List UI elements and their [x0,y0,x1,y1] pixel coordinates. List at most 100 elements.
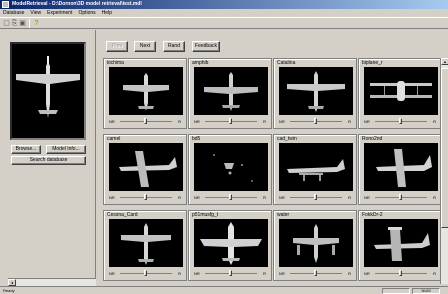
help-icon[interactable]: ? [32,19,41,28]
relevance-slider-thumb[interactable] [144,270,147,276]
relevance-slider-thumb[interactable] [399,270,402,276]
results-grid: kichima NR Ramphib NR R Catalina NR Rbiplane_r N… [103,58,448,284]
relevant-label: R [178,271,181,276]
relevant-label: R [433,271,436,276]
relevance-slider[interactable] [290,194,342,200]
save-icon[interactable]: ▣ [18,19,27,28]
result-model-name: Catalina [277,60,296,66]
relevance-slider-thumb[interactable] [144,118,147,124]
rand-button[interactable]: Rand [163,41,185,52]
relevance-slider-thumb[interactable] [229,270,232,276]
result-model-thumbnail[interactable] [364,67,438,115]
relevance-slider-thumb[interactable] [314,270,317,276]
relevance-slider-thumb[interactable] [314,118,317,124]
relevant-label: R [263,119,266,124]
result-card[interactable]: Catalina NR R [273,58,357,129]
relevant-label: R [263,271,266,276]
menu-view[interactable]: View [27,9,44,17]
relevance-slider-thumb[interactable] [229,194,232,200]
relevance-slider[interactable] [290,270,342,276]
model-info-button[interactable]: Model Info... [46,145,86,154]
results-vertical-scrollbar[interactable]: ▴ [440,58,448,284]
relevance-slider[interactable] [290,118,342,124]
relevance-slider[interactable] [120,118,172,124]
status-text: Ready [3,288,15,293]
status-cell-1 [382,288,410,294]
result-model-name: amphib [192,60,209,66]
relevant-label: R [263,195,266,200]
toolbar: ▢ ⎘ ▣ ? [0,17,448,29]
feedback-button[interactable]: Feedback [192,41,220,52]
result-card[interactable]: biplane_r NR R [358,58,442,129]
result-model-name: water [277,212,290,218]
relevance-slider[interactable] [205,118,257,124]
result-model-thumbnail[interactable] [109,143,183,191]
result-card[interactable]: water NR R [273,210,357,281]
menu-bar: Database View Experiment Options Help [0,9,448,17]
scroll-up-arrow-icon[interactable]: ▴ [441,58,448,65]
result-model-name: Rono2nd [362,136,383,142]
relevant-label: R [178,119,181,124]
relevance-slider-thumb[interactable] [314,194,317,200]
relevance-slider[interactable] [375,194,427,200]
result-model-thumbnail[interactable] [364,143,438,191]
result-plane-image [119,151,177,187]
result-card[interactable]: amphib NR R [188,58,272,129]
result-model-thumbnail[interactable] [194,143,268,191]
not-relevant-label: NR [364,195,370,200]
result-plane-image [374,227,430,261]
not-relevant-label: NR [364,271,370,276]
relevance-slider[interactable] [120,194,172,200]
result-model-thumbnail[interactable] [279,143,353,191]
relevance-slider[interactable] [205,270,257,276]
menu-experiment[interactable]: Experiment [44,9,75,17]
query-panel: Browse... Model Info... Search database … [0,30,96,286]
result-plane-image [287,71,345,112]
result-card[interactable]: kichima NR R [103,58,187,129]
result-card[interactable]: Cessna_Card NR R [103,210,187,281]
result-plane-image [204,72,258,111]
relevance-slider[interactable] [120,270,172,276]
menu-database[interactable]: Database [0,9,27,17]
window-title: ModelRetrieval - D:\Dornon\3D model retr… [12,1,142,7]
result-plane-image [213,154,253,182]
menu-help[interactable]: Help [99,9,115,17]
next-button[interactable]: Next [134,41,156,52]
result-model-thumbnail[interactable] [194,219,268,267]
result-card[interactable]: Rono2nd NR R [358,134,442,205]
result-card[interactable]: camel NR R [103,134,187,205]
relevance-slider[interactable] [205,194,257,200]
result-model-thumbnail[interactable] [109,67,183,115]
result-model-thumbnail[interactable] [279,67,353,115]
menu-options[interactable]: Options [75,9,98,17]
not-relevant-label: NR [194,195,200,200]
result-model-thumbnail[interactable] [194,67,268,115]
result-model-thumbnail[interactable] [364,219,438,267]
search-database-button[interactable]: Search database [11,156,86,165]
left-horizontal-scrollbar[interactable]: ◂ [8,278,96,286]
result-model-name: FokkDr-2 [362,212,383,218]
result-model-name: bd5 [192,136,201,142]
prev-button[interactable]: Prev [106,41,128,52]
relevance-slider[interactable] [375,270,427,276]
result-card[interactable]: FokkDr-2 NR R [358,210,442,281]
result-model-thumbnail[interactable] [109,219,183,267]
result-plane-image [200,222,262,265]
result-plane-image [121,223,171,265]
not-relevant-label: NR [279,195,285,200]
relevance-slider-thumb[interactable] [399,118,402,124]
result-model-thumbnail[interactable] [279,219,353,267]
not-relevant-label: NR [194,119,200,124]
not-relevant-label: NR [109,119,115,124]
scrollbar-thumb[interactable] [441,68,448,228]
not-relevant-label: NR [194,271,200,276]
browse-button[interactable]: Browse... [11,145,41,154]
scroll-left-arrow-icon[interactable]: ◂ [8,279,16,286]
relevance-slider-thumb[interactable] [229,118,232,124]
relevance-slider-thumb[interactable] [399,194,402,200]
relevance-slider[interactable] [375,118,427,124]
result-card[interactable]: cad_twin NR R [273,134,357,205]
result-card[interactable]: bd5 NR R [188,134,272,205]
result-card[interactable]: p51musfg_t NR R [188,210,272,281]
relevance-slider-thumb[interactable] [144,194,147,200]
